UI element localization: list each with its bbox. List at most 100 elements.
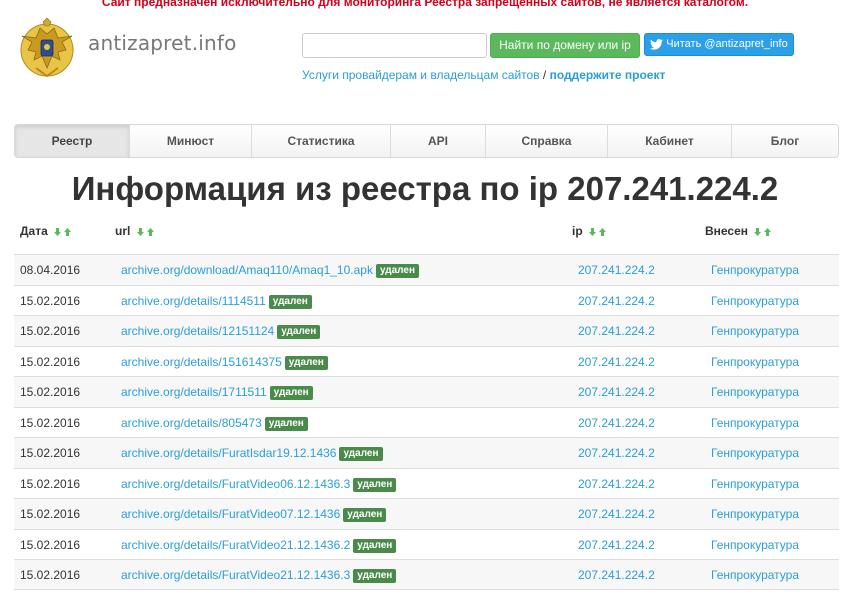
row-date: 15.02.2016 [20,476,81,491]
row-added-by-link[interactable]: Генпрокуратура [711,316,799,347]
table-row: 15.02.2016 archive.org/details/1711511 уда… [14,376,839,407]
sort-up-arrow-icon[interactable] [64,228,72,236]
services-link[interactable]: Услуги провайдерам и владельцам сайтов [302,68,540,82]
column-header-date[interactable]: Дата [20,224,72,238]
row-added-by-link[interactable]: Генпрокуратура [711,347,799,378]
status-badge: удален [277,325,321,339]
column-header-ip-label: ip [572,224,583,238]
site-name[interactable]: antizapret.info [88,31,237,55]
tab-blog[interactable]: Блог [732,125,838,157]
sort-up-arrow-icon[interactable] [146,228,154,236]
row-added-by-link[interactable]: Генпрокуратура [711,438,799,469]
row-date: 15.02.2016 [20,537,81,552]
row-ip-link[interactable]: 207.241.224.2 [578,438,655,469]
row-url-link[interactable]: archive.org/details/805473 [121,416,262,430]
row-added-by-link[interactable]: Генпрокуратура [711,286,799,317]
tab-minjust[interactable]: Минюст [130,125,252,157]
row-url-link[interactable]: archive.org/details/FuratVideo06.12.1436… [121,477,350,491]
row-ip-link[interactable]: 207.241.224.2 [578,499,655,530]
column-header-ip[interactable]: ip [572,224,607,238]
tab-api[interactable]: API [391,125,486,157]
row-url-link[interactable]: archive.org/details/1114511 [121,294,266,308]
row-ip-link[interactable]: 207.241.224.2 [578,377,655,408]
row-added-by-link[interactable]: Генпрокуратура [711,255,799,286]
row-added-by-link[interactable]: Генпрокуратура [711,377,799,408]
status-badge: удален [375,264,419,278]
table-row: 15.02.2016 archive.org/details/FuratVideo… [14,559,839,590]
status-badge: удален [269,386,313,400]
row-date: 15.02.2016 [20,385,81,399]
row-url-link[interactable]: archive.org/details/151614375 [121,355,282,369]
column-header-added-by[interactable]: Внесен [705,224,772,238]
row-date: 15.02.2016 [20,568,81,582]
twitter-follow-button[interactable]: Читать @antizapret_info [644,33,794,56]
table-row: 08.04.2016 archive.org/download/Amaq110/A… [14,254,839,285]
column-header-url[interactable]: url [115,224,154,238]
row-url-link[interactable]: archive.org/details/FuratVideo21.12.1436… [121,568,350,582]
table-row: 15.02.2016 archive.org/details/151614375 у… [14,345,839,378]
row-url-link[interactable]: archive.org/details/FuratVideo21.12.1436… [121,538,350,552]
row-url-link[interactable]: archive.org/download/Amaq110/Amaq1_10.ap… [121,263,373,277]
tab-help[interactable]: Справка [486,125,608,157]
tab-cabinet[interactable]: Кабинет [608,125,732,157]
sort-up-arrow-icon[interactable] [764,228,772,236]
tab-registry[interactable]: Реестр [15,125,130,157]
tab-statistics[interactable]: Статистика [252,125,391,157]
row-added-by-link[interactable]: Генпрокуратура [711,530,799,561]
row-url-link[interactable]: archive.org/details/1711511 [121,385,267,399]
row-date: 15.02.2016 [20,446,81,460]
row-url-cell: archive.org/details/1711511 удален [121,377,313,408]
search-button[interactable]: Найти по домену или ip [490,33,640,58]
row-url-cell: archive.org/details/FuratVideo21.12.1436… [121,530,397,561]
page-title-ip: 207.241.224.2 [567,170,779,207]
sort-up-arrow-icon[interactable] [599,228,607,236]
status-badge: удален [353,538,397,553]
row-ip-link[interactable]: 207.241.224.2 [578,255,655,286]
row-url-cell: archive.org/details/FuratVideo07.12.1436… [121,499,387,530]
row-url-cell: archive.org/details/805473 удален [121,408,308,439]
table-row: 15.02.2016 archive.org/details/FuratVideo… [14,528,839,561]
row-date: 08.04.2016 [20,263,81,277]
row-url-link[interactable]: archive.org/details/FuratVideo07.12.1436 [121,507,340,521]
row-date: 15.02.2016 [20,507,81,521]
row-ip-link[interactable]: 207.241.224.2 [578,347,655,378]
column-header-url-label: url [115,224,131,238]
status-badge: удален [264,416,308,431]
support-link[interactable]: поддержите проект [550,68,666,82]
table-row: 15.02.2016 archive.org/details/805473 удал… [14,406,839,439]
page-title-text: Информация из реестра по ip [71,170,568,207]
row-ip-link[interactable]: 207.241.224.2 [578,560,655,591]
row-ip-link[interactable]: 207.241.224.2 [578,530,655,561]
row-url-cell: archive.org/details/12151124 удален [121,316,321,347]
row-date: 15.02.2016 [20,415,81,430]
status-badge: удален [284,355,328,370]
row-ip-link[interactable]: 207.241.224.2 [578,469,655,500]
row-url-cell: archive.org/details/1114511 удален [121,286,312,317]
search-input[interactable] [302,33,487,58]
sort-down-arrow-icon[interactable] [754,228,762,236]
row-date: 15.02.2016 [20,293,81,308]
row-url-link[interactable]: archive.org/details/FuratIsdar19.12.1436 [121,446,336,460]
table-row: 15.02.2016 archive.org/details/12151124 уд… [14,315,839,346]
table-row: 15.02.2016 archive.org/details/FuratVideo… [14,467,839,500]
row-added-by-link[interactable]: Генпрокуратура [711,408,799,439]
row-ip-link[interactable]: 207.241.224.2 [578,408,655,439]
row-url-link[interactable]: archive.org/details/12151124 [121,324,274,338]
twitter-button-label: Читать @antizapret_info [666,38,788,50]
row-ip-link[interactable]: 207.241.224.2 [578,316,655,347]
eagle-emblem-icon[interactable] [18,16,76,82]
row-added-by-link[interactable]: Генпрокуратура [711,560,799,591]
table-row: 15.02.2016 archive.org/details/1114511 уда… [14,284,839,317]
row-added-by-link[interactable]: Генпрокуратура [711,469,799,500]
site-notice: Сайт предназначен исключительно для мони… [101,0,749,9]
sort-down-arrow-icon[interactable] [54,228,62,236]
status-badge: удален [353,477,397,492]
main-nav: Реестр Минюст Статистика API Справка Каб… [14,124,839,158]
row-ip-link[interactable]: 207.241.224.2 [578,286,655,317]
status-badge: удален [268,294,312,309]
column-header-date-label: Дата [20,224,48,238]
row-added-by-link[interactable]: Генпрокуратура [711,499,799,530]
sort-down-arrow-icon[interactable] [136,228,144,236]
sort-down-arrow-icon[interactable] [589,228,597,236]
row-date: 15.02.2016 [20,354,81,369]
